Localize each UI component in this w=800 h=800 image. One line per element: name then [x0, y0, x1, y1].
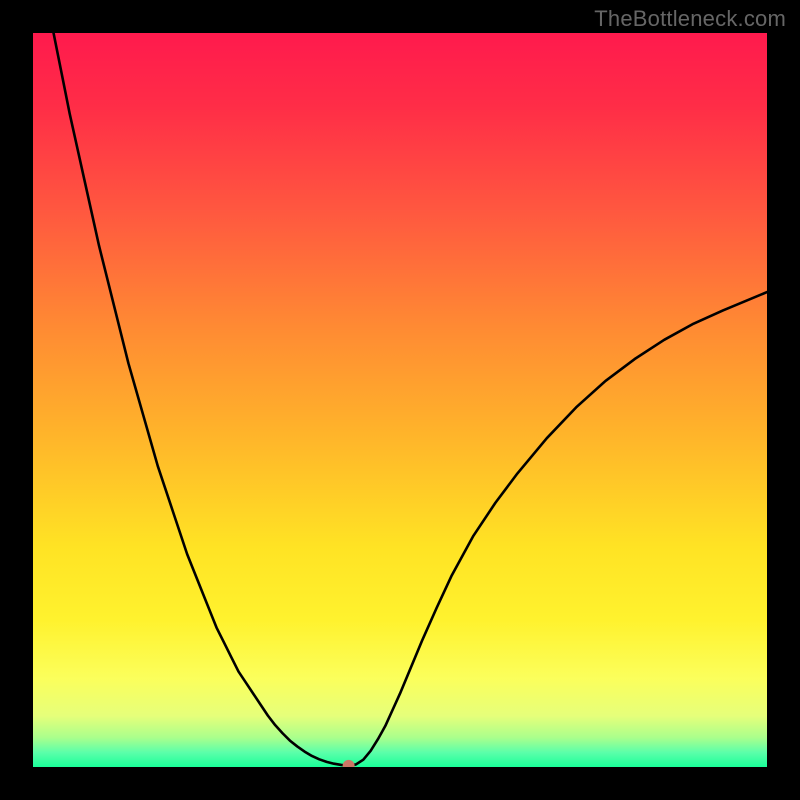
curve: [33, 33, 767, 767]
chart-frame: TheBottleneck.com: [0, 0, 800, 800]
plot-area: [33, 33, 767, 767]
watermark-text: TheBottleneck.com: [594, 6, 786, 32]
